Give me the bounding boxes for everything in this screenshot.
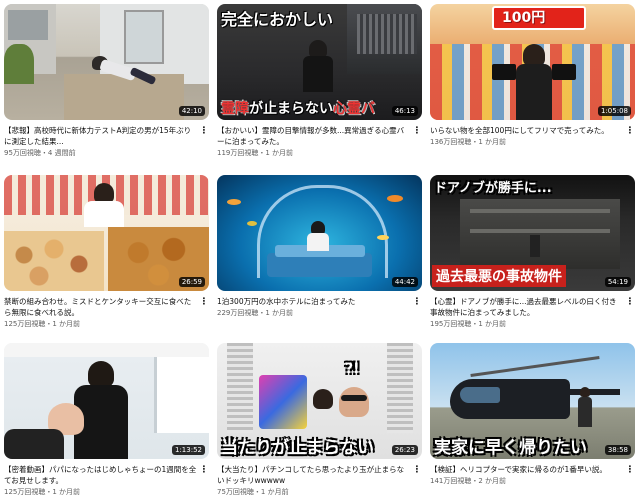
- video-card[interactable]: 100円 1:05:08 いらない物を全部100円にしてフリマで売ってみた。 1…: [430, 4, 635, 148]
- thumbnail-headline: ドアノブが勝手に...: [434, 181, 552, 196]
- video-title[interactable]: 【おかいい】霊障の目撃情報が多数...異常過ぎる心霊バーに泊まってみた。: [217, 125, 410, 147]
- vertical-ellipsis-icon[interactable]: ⋮: [625, 124, 635, 138]
- video-meta: 119万回視聴・1 か月前: [217, 148, 410, 159]
- video-thumbnail[interactable]: 100円 1:05:08: [430, 4, 635, 120]
- vertical-ellipsis-icon[interactable]: ⋮: [625, 463, 635, 477]
- video-card[interactable]: 44:42 1泊300万円の水中ホテルに泊まってみた 229万回視聴・1 か月前…: [217, 175, 422, 319]
- thumbnail-headline: 100円: [502, 10, 546, 26]
- vertical-ellipsis-icon[interactable]: ⋮: [412, 124, 422, 138]
- video-grid: 42:10 【悲報】高校時代に新体力テストA判定の男が15年ぶりに測定した結果.…: [0, 0, 640, 497]
- video-title[interactable]: 【大当たり】パチンコしてたら思ったより玉が止まらないドッキリwwwww: [217, 464, 410, 486]
- video-info: 【検証】ヘリコプターで実家に帰るのが1番早い説。 141万回視聴・2 か月前 ⋮: [430, 459, 635, 487]
- video-card[interactable]: 完全におかしい 霊障が止まらない心霊バ 46:13 【おかいい】霊障の目撃情報が…: [217, 4, 422, 159]
- upload-age: 1 か月前: [265, 149, 294, 157]
- thumbnail-caption: 当たりが止まらない: [221, 438, 374, 458]
- video-title[interactable]: 【悲報】高校時代に新体力テストA判定の男が15年ぶりに測定した結果...: [4, 125, 197, 147]
- video-card[interactable]: 実家に早く帰りたい 38:58 【検証】ヘリコプターで実家に帰るのが1番早い説。…: [430, 343, 635, 487]
- video-meta: 75万回視聴・1 か月前: [217, 487, 410, 498]
- view-count: 229万回視聴: [217, 309, 259, 317]
- view-count: 141万回視聴: [430, 477, 472, 485]
- meta-separator: ・: [40, 149, 48, 157]
- video-thumbnail[interactable]: 44:42: [217, 175, 422, 291]
- video-meta: 95万回視聴・4 週間前: [4, 148, 197, 159]
- video-duration: 1:05:08: [598, 106, 631, 116]
- video-info: 1泊300万円の水中ホテルに泊まってみた 229万回視聴・1 か月前 ⋮: [217, 291, 422, 319]
- video-thumbnail[interactable]: 完全におかしい 霊障が止まらない心霊バ 46:13: [217, 4, 422, 120]
- view-count: 75万回視聴: [217, 488, 254, 496]
- video-info: いらない物を全部100円にしてフリマで売ってみた。 136万回視聴・1 か月前 …: [430, 120, 635, 148]
- video-thumbnail[interactable]: 42:10: [4, 4, 209, 120]
- video-thumbnail[interactable]: 26:59: [4, 175, 209, 291]
- video-duration: 54:19: [604, 277, 631, 287]
- upload-age: 1 か月前: [52, 320, 81, 328]
- video-info: 【おかいい】霊障の目撃情報が多数...異常過ぎる心霊バーに泊まってみた。 119…: [217, 120, 422, 159]
- video-duration: 38:58: [604, 445, 631, 455]
- upload-age: 1 か月前: [478, 138, 507, 146]
- video-duration: 42:10: [178, 106, 205, 116]
- upload-age: 4 週間前: [47, 149, 76, 157]
- video-meta: 136万回視聴・1 か月前: [430, 137, 623, 148]
- video-info: 【密着動画】パパになったはじめしゃちょーの1週間を全てお見せします。 125万回…: [4, 459, 209, 498]
- vertical-ellipsis-icon[interactable]: ⋮: [199, 124, 209, 138]
- video-meta: 195万回視聴・1 か月前: [430, 319, 623, 330]
- vertical-ellipsis-icon[interactable]: ⋮: [412, 295, 422, 309]
- video-meta: 125万回視聴・1 か月前: [4, 319, 197, 330]
- thumbnail-caption: 霊障が止まらない心霊バ: [221, 98, 375, 118]
- video-info: 【悲報】高校時代に新体力テストA判定の男が15年ぶりに測定した結果... 95万…: [4, 120, 209, 159]
- video-info: 【大当たり】パチンコしてたら思ったより玉が止まらないドッキリwwwww 75万回…: [217, 459, 422, 498]
- video-meta: 141万回視聴・2 か月前: [430, 476, 623, 487]
- vertical-ellipsis-icon[interactable]: ⋮: [199, 295, 209, 309]
- upload-age: 1 か月前: [260, 488, 289, 496]
- view-count: 95万回視聴: [4, 149, 41, 157]
- video-title[interactable]: 禁断の組み合わせ。ミスドとケンタッキー交互に食べたら無限に食べれる説。: [4, 296, 197, 318]
- view-count: 125万回視聴: [4, 320, 46, 328]
- video-info: 【心霊】ドアノブが勝手に...過去最悪レベルの曰く付き事故物件に泊まってみました…: [430, 291, 635, 330]
- upload-age: 2 か月前: [478, 477, 507, 485]
- video-card[interactable]: 26:59 禁断の組み合わせ。ミスドとケンタッキー交互に食べたら無限に食べれる説…: [4, 175, 209, 330]
- video-duration: 26:59: [178, 277, 205, 287]
- thumbnail-caption-part: 霊障: [221, 101, 249, 117]
- video-card[interactable]: 1:13:52 【密着動画】パパになったはじめしゃちょーの1週間を全てお見せしま…: [4, 343, 209, 498]
- vertical-ellipsis-icon[interactable]: ⋮: [412, 463, 422, 477]
- meta-separator: ・: [253, 488, 261, 496]
- video-thumbnail[interactable]: 実家に早く帰りたい 38:58: [430, 343, 635, 459]
- thumbnail-exclamation: ?!: [345, 361, 360, 377]
- thumbnail-caption-part: 心霊バ: [333, 101, 375, 117]
- vertical-ellipsis-icon[interactable]: ⋮: [625, 295, 635, 309]
- video-title[interactable]: 【密着動画】パパになったはじめしゃちょーの1週間を全てお見せします。: [4, 464, 197, 486]
- view-count: 119万回視聴: [217, 149, 259, 157]
- thumbnail-caption: 過去最悪の事故物件: [432, 265, 566, 287]
- video-title[interactable]: 【心霊】ドアノブが勝手に...過去最悪レベルの曰く付き事故物件に泊まってみました…: [430, 296, 623, 318]
- video-duration: 1:13:52: [172, 445, 205, 455]
- upload-age: 1 か月前: [52, 488, 81, 496]
- upload-age: 1 か月前: [265, 309, 294, 317]
- video-thumbnail[interactable]: ?! 当たりが止まらない 26:23: [217, 343, 422, 459]
- vertical-ellipsis-icon[interactable]: ⋮: [199, 463, 209, 477]
- video-meta: 125万回視聴・1 か月前: [4, 487, 197, 498]
- video-title[interactable]: いらない物を全部100円にしてフリマで売ってみた。: [430, 125, 623, 136]
- video-duration: 26:23: [391, 445, 418, 455]
- video-info: 禁断の組み合わせ。ミスドとケンタッキー交互に食べたら無限に食べれる説。 125万…: [4, 291, 209, 330]
- video-title[interactable]: 【検証】ヘリコプターで実家に帰るのが1番早い説。: [430, 464, 623, 475]
- upload-age: 1 か月前: [478, 320, 507, 328]
- thumbnail-caption-part: が止まらない: [249, 101, 333, 117]
- view-count: 136万回視聴: [430, 138, 472, 146]
- view-count: 125万回視聴: [4, 488, 46, 496]
- video-card[interactable]: ?! 当たりが止まらない 26:23 【大当たり】パチンコしてたら思ったより玉が…: [217, 343, 422, 498]
- video-thumbnail[interactable]: ドアノブが勝手に... 過去最悪の事故物件 54:19: [430, 175, 635, 291]
- view-count: 195万回視聴: [430, 320, 472, 328]
- video-duration: 44:42: [391, 277, 418, 287]
- video-card[interactable]: 42:10 【悲報】高校時代に新体力テストA判定の男が15年ぶりに測定した結果.…: [4, 4, 209, 159]
- thumbnail-headline: 完全におかしい: [221, 10, 334, 29]
- video-duration: 46:13: [391, 106, 418, 116]
- video-title[interactable]: 1泊300万円の水中ホテルに泊まってみた: [217, 296, 410, 307]
- video-meta: 229万回視聴・1 か月前: [217, 308, 410, 319]
- video-thumbnail[interactable]: 1:13:52: [4, 343, 209, 459]
- video-card[interactable]: ドアノブが勝手に... 過去最悪の事故物件 54:19 【心霊】ドアノブが勝手に…: [430, 175, 635, 330]
- thumbnail-caption: 実家に早く帰りたい: [434, 438, 587, 458]
